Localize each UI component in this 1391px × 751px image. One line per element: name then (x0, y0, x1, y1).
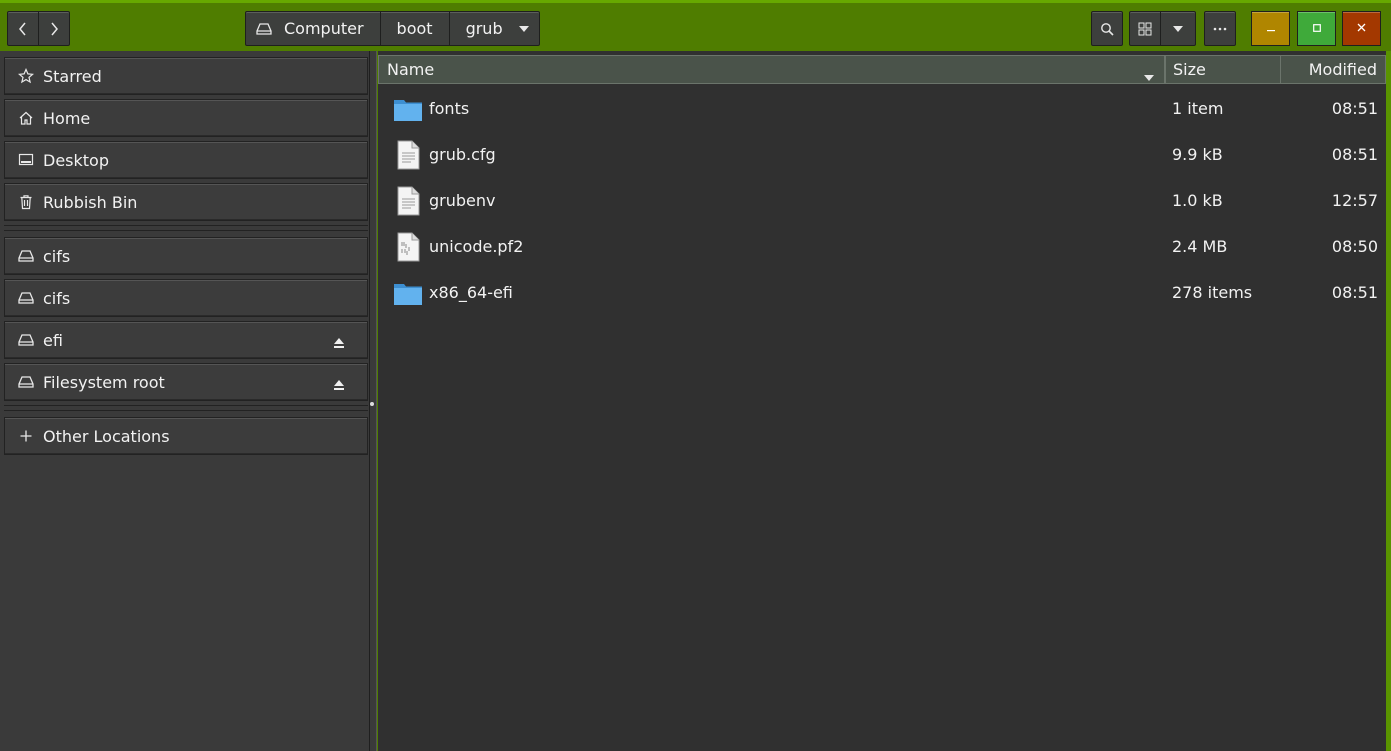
file-modified: 12:57 (1331, 190, 1378, 210)
menu-button[interactable] (1204, 11, 1236, 46)
ellipsis-icon (1213, 27, 1227, 31)
file-name: fonts (429, 98, 470, 118)
breadcrumb-boot[interactable]: boot (379, 11, 450, 46)
pane-resize-handle[interactable] (370, 51, 377, 751)
minimize-button[interactable] (1251, 11, 1290, 46)
grid-icon (1138, 22, 1152, 36)
breadcrumb: Computer boot grub (245, 11, 540, 46)
sidebar-item-label: Filesystem root (43, 372, 165, 392)
star-icon (17, 67, 35, 85)
chevron-left-icon (18, 22, 28, 36)
drive-icon (256, 22, 272, 36)
file-name: grub.cfg (429, 144, 496, 164)
file-row[interactable]: unicode.pf2 2.4 MB 08:50 (378, 223, 1386, 269)
sidebar-item-label: Home (43, 108, 91, 128)
drive-icon (17, 331, 35, 349)
folder-icon (393, 278, 423, 308)
sidebar-item-cifs-2[interactable]: cifs (4, 279, 368, 317)
header-bar: Computer boot grub (0, 3, 1391, 51)
chevron-down-icon (1173, 25, 1183, 32)
file-row[interactable]: grubenv 1.0 kB 12:57 (378, 177, 1386, 223)
column-header-label: Name (387, 60, 435, 79)
file-name: grubenv (429, 190, 496, 210)
sidebar-item-starred[interactable]: Starred (4, 57, 368, 95)
file-size: 1 item (1172, 98, 1224, 118)
sidebar-item-efi[interactable]: efi (4, 321, 368, 359)
breadcrumb-computer[interactable]: Computer (245, 11, 381, 46)
home-icon (17, 109, 35, 127)
breadcrumb-label: boot (396, 19, 433, 38)
column-header-label: Modified (1308, 60, 1377, 79)
desktop-icon (17, 151, 35, 169)
chevron-right-icon (49, 22, 59, 36)
maximize-button[interactable] (1297, 11, 1336, 46)
sidebar-item-label: cifs (43, 246, 71, 266)
sidebar-item-label: Other Locations (43, 426, 170, 446)
eject-icon[interactable] (333, 376, 345, 395)
file-manager-window: Computer boot grub Starred Home Desktop … (0, 0, 1391, 751)
file-size: 1.0 kB (1172, 190, 1223, 210)
sidebar-item-other-locations[interactable]: Other Locations (4, 417, 368, 455)
drive-icon (17, 373, 35, 391)
view-options-button[interactable] (1160, 11, 1196, 46)
binary-file-icon (393, 232, 423, 262)
sidebar-item-desktop[interactable]: Desktop (4, 141, 368, 179)
sidebar-item-label: Starred (43, 66, 102, 86)
file-name: unicode.pf2 (429, 236, 524, 256)
maximize-icon (1312, 21, 1321, 36)
sidebar-separator (4, 405, 368, 411)
minimize-icon (1266, 21, 1275, 36)
file-row[interactable]: x86_64-efi 278 items 08:51 (378, 269, 1386, 315)
forward-button[interactable] (38, 11, 70, 46)
search-icon (1100, 22, 1114, 36)
folder-icon (393, 94, 423, 124)
sidebar-item-filesystem-root[interactable]: Filesystem root (4, 363, 368, 401)
sidebar-separator (4, 225, 368, 231)
sidebar-item-rubbish-bin[interactable]: Rubbish Bin (4, 183, 368, 221)
file-name: x86_64-efi (429, 282, 513, 302)
back-button[interactable] (7, 11, 39, 46)
file-size: 9.9 kB (1172, 144, 1223, 164)
breadcrumb-grub[interactable]: grub (448, 11, 540, 46)
window-border (1386, 51, 1391, 751)
breadcrumb-label: Computer (284, 19, 364, 38)
text-file-icon (393, 140, 423, 170)
file-row[interactable]: fonts 1 item 08:51 (378, 85, 1386, 131)
file-modified: 08:51 (1331, 144, 1378, 164)
sidebar-item-label: cifs (43, 288, 71, 308)
file-size: 278 items (1172, 282, 1253, 302)
file-size: 2.4 MB (1172, 236, 1228, 256)
file-modified: 08:51 (1331, 98, 1378, 118)
file-row[interactable]: grub.cfg 9.9 kB 08:51 (378, 131, 1386, 177)
sort-descending-icon (1144, 66, 1154, 85)
close-button[interactable] (1342, 11, 1381, 46)
pane-handle-grip (370, 402, 374, 406)
sidebar-item-cifs-1[interactable]: cifs (4, 237, 368, 275)
sidebar-item-label: efi (43, 330, 63, 350)
search-button[interactable] (1091, 11, 1123, 46)
sidebar-item-label: Desktop (43, 150, 109, 170)
breadcrumb-label: grub (465, 19, 503, 38)
dropdown-arrow-icon[interactable] (518, 25, 529, 32)
trash-icon (17, 193, 35, 211)
file-list-view: Name Size Modified fonts 1 item 08:51 gr… (378, 51, 1386, 751)
eject-icon[interactable] (333, 334, 345, 353)
column-header-name[interactable]: Name (378, 55, 1165, 84)
plus-icon (17, 427, 35, 445)
file-modified: 08:50 (1331, 236, 1378, 256)
column-header-modified[interactable]: Modified (1280, 55, 1386, 84)
file-modified: 08:51 (1331, 282, 1378, 302)
grid-view-button[interactable] (1129, 11, 1161, 46)
text-file-icon (393, 186, 423, 216)
sidebar-item-home[interactable]: Home (4, 99, 368, 137)
sidebar-item-label: Rubbish Bin (43, 192, 138, 212)
close-icon (1357, 21, 1366, 36)
column-header-label: Size (1173, 60, 1206, 79)
drive-icon (17, 289, 35, 307)
drive-icon (17, 247, 35, 265)
column-header-size[interactable]: Size (1165, 55, 1281, 84)
sidebar: Starred Home Desktop Rubbish Bin cifs ci… (0, 51, 370, 751)
